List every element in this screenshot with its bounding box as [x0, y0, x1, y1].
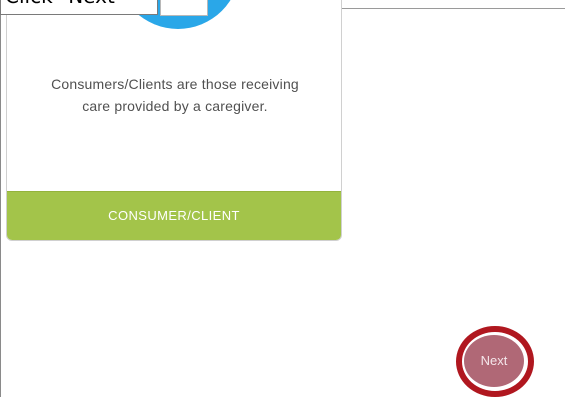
consumer-client-button[interactable]: CONSUMER/CLIENT	[7, 191, 341, 240]
instruction-text: Click "Next"	[5, 0, 124, 8]
consumer-client-card[interactable]: Consumers/Clients are those receiving ca…	[6, 0, 342, 241]
next-button[interactable]: Next	[464, 335, 524, 387]
instruction-callout: Click "Next"	[0, 0, 158, 15]
card-description: Consumers/Clients are those receiving ca…	[51, 76, 299, 114]
callout-box	[160, 0, 208, 16]
frame-left-border	[0, 8, 1, 397]
